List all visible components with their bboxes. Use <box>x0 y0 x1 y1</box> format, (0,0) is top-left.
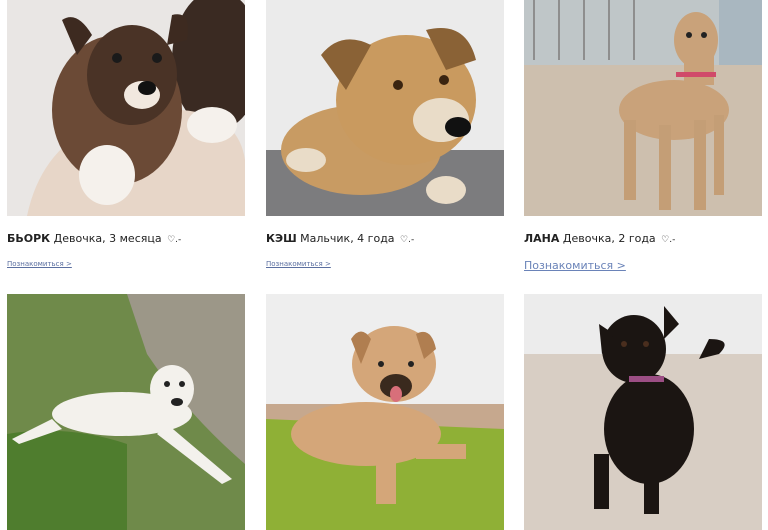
pet-card <box>266 294 504 530</box>
pet-photo[interactable] <box>524 294 762 530</box>
pet-name: КЭШ <box>266 232 297 245</box>
pet-grid: БЬОРК Девочка, 3 месяца ♡.- Познакомитьс… <box>0 0 768 530</box>
pet-description: Мальчик, 4 года <box>296 232 399 245</box>
pet-card: БЬОРК Девочка, 3 месяца ♡.- Познакомитьс… <box>7 0 245 268</box>
pet-card <box>7 294 245 530</box>
pet-info: БЬОРК Девочка, 3 месяца ♡.- <box>7 232 181 245</box>
pet-card: ЛАНА Девочка, 2 года ♡.- Познакомиться > <box>524 0 762 272</box>
pet-photo[interactable] <box>524 0 762 216</box>
dog-image <box>524 0 762 216</box>
heart-icon: ♡.- <box>400 235 415 245</box>
pet-card <box>524 294 762 530</box>
pet-info: ЛАНА Девочка, 2 года ♡.- <box>524 232 675 245</box>
dog-image <box>524 294 762 530</box>
pet-photo[interactable] <box>7 294 245 530</box>
dog-image <box>7 294 245 530</box>
meet-link[interactable]: Познакомиться > <box>266 260 331 268</box>
meet-link[interactable]: Познакомиться > <box>524 259 626 272</box>
pet-card: КЭШ Мальчик, 4 года ♡.- Познакомиться > <box>266 0 504 268</box>
puppy-image <box>7 0 245 216</box>
pet-photo[interactable] <box>7 0 245 216</box>
pet-description: Девочка, 2 года <box>559 232 660 245</box>
dog-image <box>266 0 504 216</box>
pet-photo[interactable] <box>266 294 504 530</box>
heart-icon: ♡.- <box>661 235 676 245</box>
pet-name: ЛАНА <box>524 232 560 245</box>
heart-icon: ♡.- <box>167 235 182 245</box>
pet-photo[interactable] <box>266 0 504 216</box>
meet-link[interactable]: Познакомиться > <box>7 260 72 268</box>
pet-description: Девочка, 3 месяца <box>50 232 166 245</box>
puppy-image <box>266 294 504 530</box>
pet-name: БЬОРК <box>7 232 51 245</box>
pet-info: КЭШ Мальчик, 4 года ♡.- <box>266 232 414 245</box>
